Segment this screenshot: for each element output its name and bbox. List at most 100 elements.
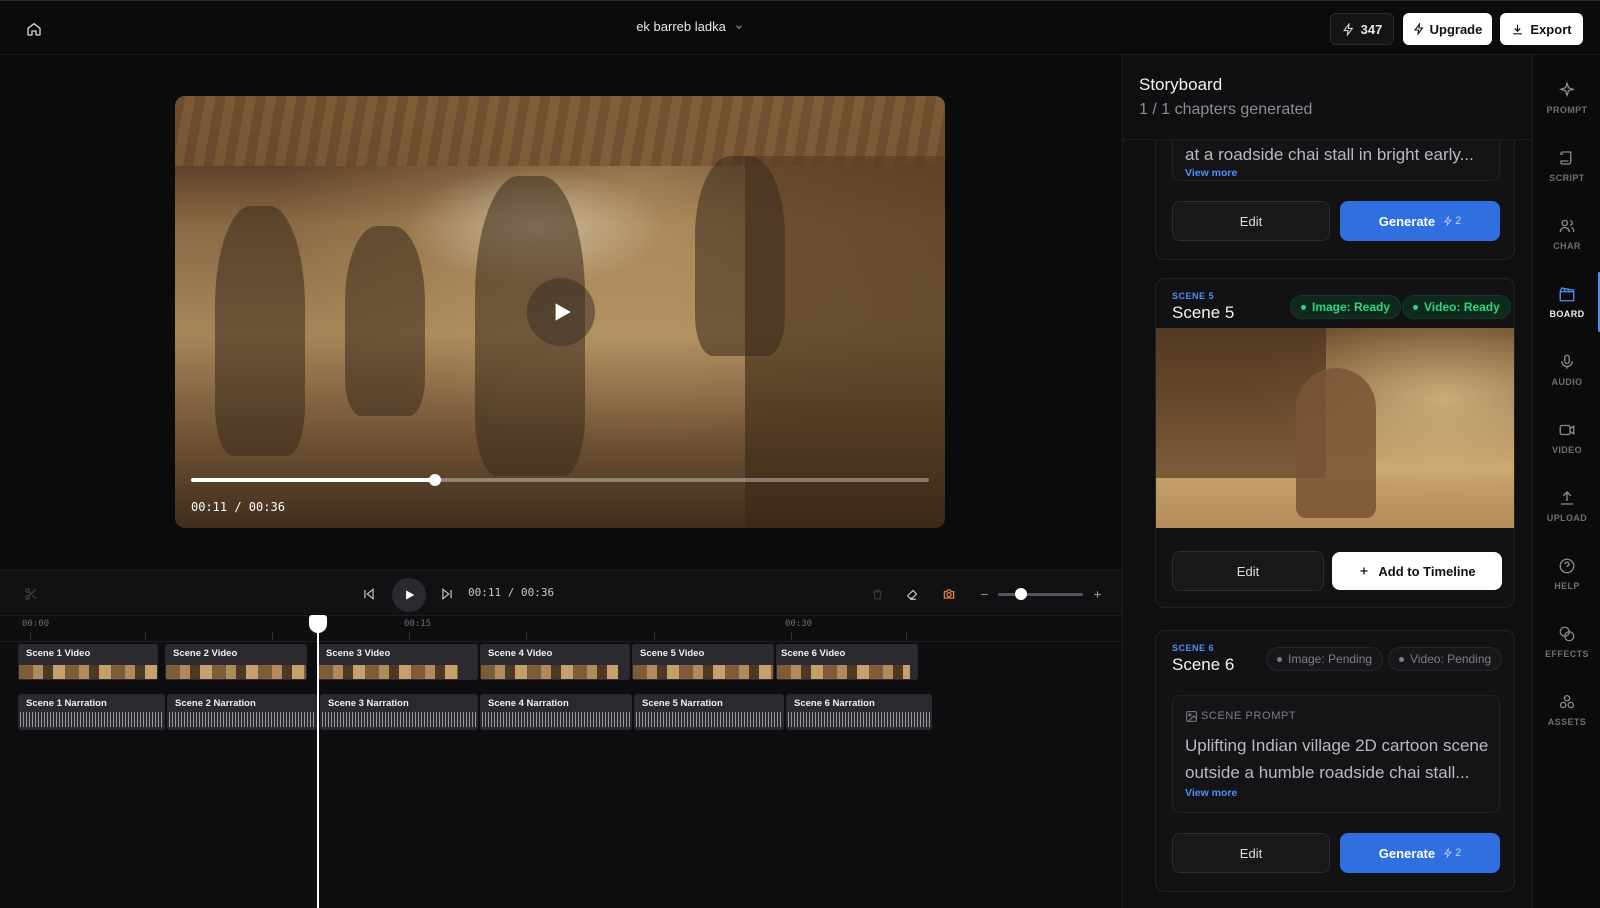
rail-label: AUDIO [1551,377,1583,387]
generate-cost: 2 [1443,215,1461,227]
video-clip[interactable]: Scene 6 Video [776,644,918,680]
play-icon [555,303,571,321]
eraser-button[interactable] [904,585,922,603]
clip-label: Scene 3 Video [326,648,391,659]
zoom-out-button[interactable] [976,586,992,602]
video-preview[interactable]: 00:11 / 00:36 [175,96,945,528]
timeline-ruler[interactable]: 00:00 00:15 00:30 [0,616,1122,642]
view-more-link[interactable]: View more [1185,787,1237,799]
zoom-in-button[interactable] [1089,586,1105,602]
upload-icon [1561,491,1573,505]
clip-label: Scene 1 Video [26,648,91,659]
image-icon [1186,711,1197,722]
storyboard-header: Storyboard 1 / 1 chapters generated [1123,55,1532,140]
rail-item-board[interactable]: BOARD [1533,272,1600,332]
skip-back-button[interactable] [360,585,378,603]
snapshot-button[interactable] [940,585,958,603]
scene-prompt-box: SCENE PROMPT Uplifting Indian village 2D… [1172,695,1500,813]
plus-icon [1360,567,1368,575]
edit-button[interactable]: Edit [1172,551,1324,591]
add-to-timeline-button[interactable]: Add to Timeline [1332,552,1502,590]
scene-image-art [1296,368,1376,518]
clip-thumbnails [166,665,306,679]
editor-app: ek barreb ladka 347 Upgrade Export 00:11… [0,0,1600,908]
ruler-tick [30,632,31,640]
narration-clip[interactable]: Scene 2 Narration [167,694,317,730]
waveform [20,712,163,727]
clip-label: Scene 1 Narration [26,698,107,709]
video-status-badge: Video: Ready [1402,295,1511,319]
ruler-label: 00:30 [785,619,813,629]
video-clip[interactable]: Scene 5 Video [632,644,774,680]
play-button[interactable] [392,578,426,612]
badge-text: Video: Pending [1410,652,1492,666]
skip-forward-button[interactable] [438,585,456,603]
clip-thumbnails [777,665,910,679]
generate-button[interactable]: Generate 2 [1340,201,1500,241]
storyboard-panel: Storyboard 1 / 1 chapters generated at a… [1122,55,1532,908]
add-to-timeline-label: Add to Timeline [1378,563,1476,579]
zoom-slider-handle[interactable] [1015,588,1027,600]
clip-label: Scene 2 Video [173,648,238,659]
rail-item-prompt[interactable]: PROMPT [1533,68,1600,128]
zoom-slider[interactable] [998,593,1083,596]
video-clip[interactable]: Scene 3 Video [318,644,478,680]
ruler-tick [526,632,527,640]
badge-text: Image: Ready [1312,300,1391,314]
rail-item-help[interactable]: HELP [1533,544,1600,604]
rail-item-char[interactable]: CHAR [1533,204,1600,264]
ruler-tick [409,632,410,640]
narration-clip[interactable]: Scene 4 Narration [480,694,632,730]
rail-item-effects[interactable]: EFFECTS [1533,612,1600,672]
delete-button[interactable] [868,585,886,603]
generate-cost: 2 [1443,847,1461,859]
rail-item-upload[interactable]: UPLOAD [1533,476,1600,536]
narration-clip[interactable]: Scene 5 Narration [634,694,784,730]
project-title-dropdown[interactable]: ek barreb ladka [0,19,1380,34]
shapes-icon [1559,694,1575,709]
rail-label: UPLOAD [1546,513,1588,523]
lightning-icon [1443,216,1452,226]
waveform [482,712,630,727]
upgrade-button[interactable]: Upgrade [1403,13,1492,45]
rail-item-assets[interactable]: ASSETS [1533,680,1600,740]
video-scrubber[interactable] [191,474,929,486]
export-button[interactable]: Export [1500,13,1583,45]
scene-prompt-text: at a roadside chai stall in bright early… [1185,145,1474,164]
lightning-icon [1342,22,1354,36]
view-more-link[interactable]: View more [1185,167,1237,179]
waveform [169,712,315,727]
video-clip[interactable]: Scene 1 Video [18,644,158,680]
scrubber-handle[interactable] [428,474,441,486]
narration-clip[interactable]: Scene 3 Narration [320,694,478,730]
generate-cost-value: 2 [1455,215,1462,227]
scene-name: Scene 6 [1172,655,1235,674]
clip-thumbnails [319,665,458,679]
split-button[interactable] [22,585,40,603]
rail-item-video[interactable]: VIDEO [1533,408,1600,468]
minus-icon [980,593,988,595]
rail-item-audio[interactable]: AUDIO [1533,340,1600,400]
generate-button[interactable]: Generate 2 [1340,833,1500,873]
skip-forward-icon [442,588,452,600]
tool-rail: PROMPT SCRIPT CHAR BOARD AUDIO VIDEO UPL… [1532,55,1600,908]
narration-clip[interactable]: Scene 6 Narration [786,694,932,730]
trash-icon [872,589,882,599]
narration-clip[interactable]: Scene 1 Narration [18,694,165,730]
edit-button[interactable]: Edit [1172,201,1330,241]
playhead[interactable] [317,616,319,908]
video-clip[interactable]: Scene 4 Video [480,644,630,680]
clip-label: Scene 3 Narration [328,698,409,709]
scene-prompt-text: Uplifting Indian village 2D cartoon scen… [1185,736,1489,782]
timeline[interactable]: 00:00 00:15 00:30 Scene 1 Video Scene 2 … [0,615,1122,908]
credits-button[interactable]: 347 [1330,13,1394,45]
play-overlay-button[interactable] [527,278,595,346]
rail-item-script[interactable]: SCRIPT [1533,136,1600,196]
clip-label: Scene 6 Narration [794,698,875,709]
edit-button[interactable]: Edit [1172,833,1330,873]
video-camera-icon [1559,424,1575,436]
video-clip[interactable]: Scene 2 Video [165,644,307,680]
scene-image[interactable] [1156,328,1514,528]
plus-icon [1093,590,1101,598]
playhead-handle[interactable] [309,615,327,633]
